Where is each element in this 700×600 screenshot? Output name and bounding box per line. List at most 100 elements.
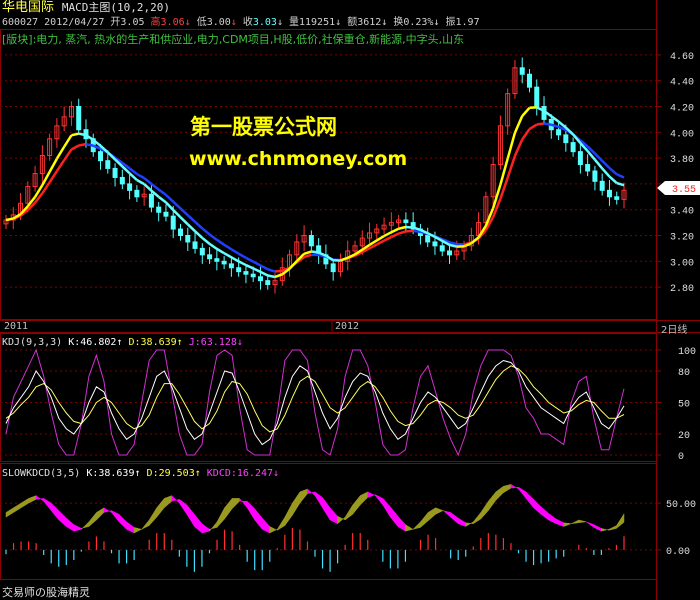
slowkdcd-band [329, 507, 338, 525]
ma-mid-segment [376, 234, 385, 242]
ma-mid-segment [63, 134, 73, 148]
watermark-title: 第一股票公式网 [190, 115, 337, 139]
slowkdcd-band [533, 498, 542, 515]
candle-body [534, 86, 540, 108]
slowkdcd-band [164, 495, 173, 509]
candle-body [214, 258, 220, 262]
indicator-name: MACD主图(10,2,20) [61, 1, 170, 14]
ma-mid-segment [194, 230, 204, 239]
kdj-axis: 100 80 50 20 0 [656, 347, 696, 463]
candle-body [134, 189, 140, 198]
ma-mid-segment [274, 273, 283, 279]
slowkdcd-band [66, 517, 75, 532]
slowkdcd-band [246, 500, 255, 521]
price-tick-label: 3.80 [670, 155, 694, 166]
slowkdcd-band [510, 483, 519, 490]
ma-slow-segment [78, 142, 87, 147]
ma-mid-segment [398, 225, 407, 230]
slowkdcd-band [503, 484, 512, 494]
slowkdcd-band [28, 495, 37, 504]
slowkdcd-tick-label: 50.00 [666, 500, 696, 511]
current-price-tag: 3.55 [657, 181, 700, 196]
ma-slow-segment [528, 123, 538, 131]
ma-slow-segment [601, 159, 611, 169]
slowkdcd-tick-label: 0.00 [666, 547, 690, 558]
slowkdcd-band [540, 506, 549, 521]
kdj-panel-frame [0, 333, 657, 462]
ma-slow-segment [157, 188, 167, 196]
close-value: 3.03 [252, 17, 277, 28]
ma-slow-segment [55, 159, 66, 172]
slowkdcd-band [111, 510, 120, 523]
amplitude-label: 振 [445, 17, 456, 28]
slowkdcd-band [495, 485, 504, 501]
price-candles [3, 57, 627, 294]
slowkdcd-band [179, 498, 188, 516]
kdj-j: J:63.128 [188, 337, 237, 348]
slowkdcd-band [420, 511, 429, 528]
price-tick-label: 4.00 [670, 129, 694, 140]
candle-body [526, 73, 532, 88]
open-label: 开 [110, 17, 121, 28]
slowkdcd-band [58, 509, 67, 528]
slowkdcd-band [593, 524, 602, 532]
sector-tags: [版块]:电力, 蒸汽, 热水的生产和供应业,电力,CDM项目,H股,低价,社保… [2, 33, 465, 46]
candle-body [585, 164, 591, 172]
ma-slow-segment [238, 252, 247, 259]
price-panel-frame [0, 29, 657, 320]
slowkdcd-band [525, 491, 534, 509]
candle-body [257, 276, 263, 282]
candle-body [105, 160, 111, 169]
ma-mid-segment [303, 250, 312, 255]
candle-body [606, 189, 612, 198]
ma-slow-segment [136, 172, 145, 180]
kdj-title: KDJ(9,3,3) [2, 337, 63, 348]
open-value: 3.05 [120, 17, 145, 28]
slowkdcd-band [427, 507, 436, 522]
ma-mid-segment [71, 132, 79, 137]
ma-slow-segment [252, 260, 262, 267]
ma-mid-segment [230, 256, 240, 263]
candle-body [563, 134, 569, 144]
period-selector[interactable]: 2日线 [661, 321, 687, 336]
slowkdcd-band [50, 502, 60, 521]
slowkdcd-band [616, 512, 625, 529]
slowkdcd-band [133, 527, 143, 534]
slowkdcd-band [13, 502, 22, 513]
ma-mid-segment [136, 178, 145, 186]
candle-body [76, 106, 82, 131]
candle-body [250, 273, 256, 278]
slowkdcd-band [43, 497, 52, 512]
ma-slow-segment [165, 193, 175, 203]
ma-mid-segment [186, 223, 196, 233]
slowkdcd-band [148, 506, 157, 527]
candle-body [265, 280, 271, 286]
chart-canvas: 4.604.404.204.003.803.603.403.203.002.80… [0, 0, 700, 600]
slowkdcd-band [307, 488, 316, 497]
slowkdcd-band [435, 507, 444, 515]
slowkdcd-band [473, 511, 482, 525]
ma-slow-segment [172, 200, 182, 210]
stock-title-row: 华电国际 MACD主图(10,2,20) [2, 1, 170, 14]
amount-label: 额 [347, 17, 358, 28]
candle-body [185, 235, 191, 243]
low-value: 3.00 [206, 17, 231, 28]
slowkdcd-band [412, 521, 421, 530]
candle-body [403, 219, 409, 224]
ma-mid-segment [216, 247, 225, 255]
candle-body [308, 235, 314, 247]
slowkdcd-band [563, 522, 572, 527]
slowkdcd-band [390, 506, 399, 528]
ma-slow-segment [194, 220, 204, 230]
slowkdcd-band [518, 486, 527, 500]
slowkdcd-title: SLOWKDCD(3,5) [2, 468, 81, 479]
candle-body [599, 180, 605, 191]
slowkdcd-band [548, 512, 557, 525]
slowkdcd-band [194, 513, 203, 534]
slowkdcd-band [171, 494, 180, 504]
slowkdcd-band [382, 497, 391, 519]
high-value: 3.06 [160, 17, 185, 28]
candle-body [519, 67, 525, 75]
slowkdcd-band [465, 521, 474, 527]
ma-mid-segment [259, 270, 269, 277]
